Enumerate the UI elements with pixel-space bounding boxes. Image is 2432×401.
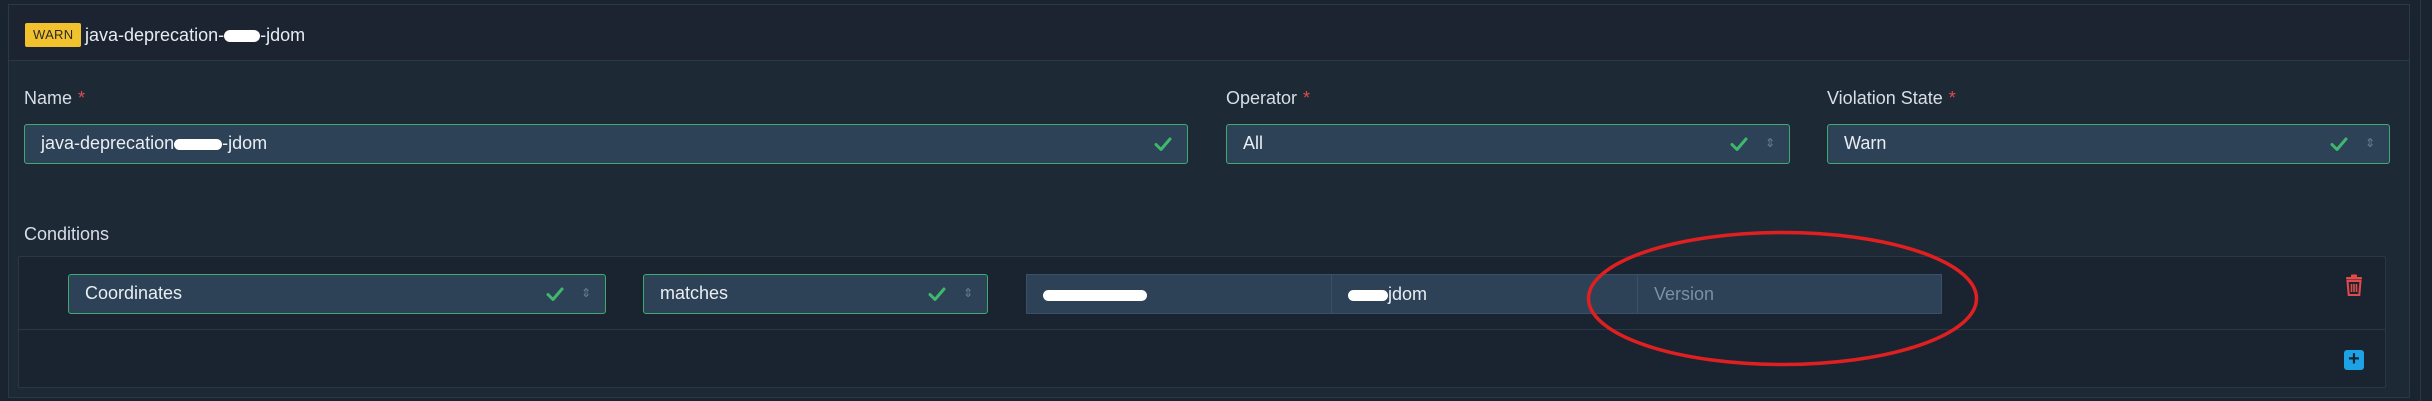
name-input[interactable]: java-deprecation -jdom	[24, 124, 1188, 164]
condition-operator-select[interactable]: matches ⇕	[643, 274, 988, 314]
name-label-text: Name	[24, 88, 73, 108]
version-placeholder: Version	[1654, 284, 1715, 304]
divider	[19, 329, 2385, 330]
add-condition-button[interactable]: +	[2344, 348, 2364, 370]
violation-state-value: Warn	[1844, 133, 1887, 153]
coordinates-version-input[interactable]: Version	[1637, 274, 1942, 314]
required-marker: *	[78, 88, 86, 108]
violation-state-badge: WARN	[25, 23, 82, 47]
coordinates-name-input[interactable]: jdom	[1331, 274, 1638, 314]
check-icon	[546, 287, 564, 301]
sort-caret-icon: ⇕	[580, 286, 591, 300]
violation-state-select[interactable]: Warn ⇕	[1827, 124, 2390, 164]
policy-header[interactable]: WARN java-deprecation- -jdom	[9, 5, 2409, 61]
conditions-title: Conditions	[24, 224, 110, 244]
sort-caret-icon: ⇕	[2364, 136, 2375, 150]
scrollbar[interactable]	[2420, 0, 2432, 401]
sort-caret-icon: ⇕	[962, 286, 973, 300]
redacted-text	[174, 138, 223, 150]
coordinates-group-input[interactable]	[1026, 274, 1332, 314]
check-icon	[1154, 137, 1172, 151]
check-icon	[1730, 137, 1748, 151]
redacted-text	[224, 30, 261, 43]
operator-value: All	[1243, 133, 1264, 153]
condition-subject-select[interactable]: Coordinates ⇕	[68, 274, 606, 314]
check-icon	[2330, 137, 2348, 151]
sort-caret-icon: ⇕	[1764, 136, 1775, 150]
required-marker: *	[1303, 88, 1311, 108]
operator-label: Operator *	[1226, 88, 1310, 109]
violation-state-label-text: Violation State	[1827, 88, 1943, 108]
required-marker: *	[1948, 88, 1956, 108]
condition-operator-value: matches	[660, 283, 729, 303]
policy-title: java-deprecation- -jdom	[85, 25, 306, 45]
redacted-text	[1043, 289, 1147, 301]
check-icon	[928, 287, 946, 301]
name-label: Name *	[24, 88, 85, 109]
plus-square-icon: +	[2348, 348, 2360, 370]
operator-label-text: Operator	[1226, 88, 1298, 108]
violation-state-label: Violation State *	[1827, 88, 1956, 109]
condition-subject-value: Coordinates	[85, 283, 183, 303]
redacted-text	[1348, 289, 1388, 301]
name-value: java-deprecation -jdom	[41, 133, 268, 153]
trash-icon[interactable]	[2344, 274, 2364, 296]
operator-select[interactable]: All ⇕	[1226, 124, 1790, 164]
